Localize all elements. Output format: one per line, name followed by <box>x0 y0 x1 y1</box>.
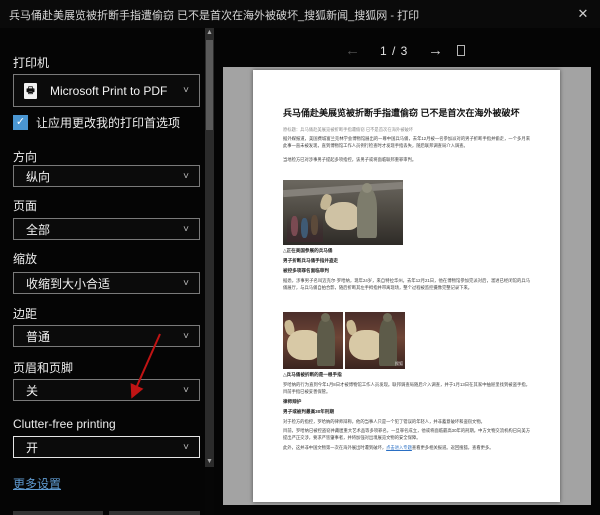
article-subhead: 被控多项罪名面临审判 <box>283 267 329 275</box>
fit-page-icon[interactable] <box>457 45 465 56</box>
pages-select[interactable]: 全部 ˅ <box>13 218 200 240</box>
paragraph-text: 此外，这并非中国文物第一次在海外展出时遭到破坏， <box>283 445 386 450</box>
scroll-down-icon[interactable]: ▼ <box>205 457 214 467</box>
orientation-select[interactable]: 纵向 ˅ <box>13 165 200 187</box>
print-button[interactable]: 打印 <box>13 511 103 515</box>
print-dialog-window: 兵马俑赴美展览被折断手指遭偷窃 已不是首次在海外被破坏_搜狐新闻_搜狐网 - 打… <box>0 0 600 515</box>
margins-label: 边距 <box>13 305 37 322</box>
previous-page-icon[interactable]: ← <box>345 42 360 59</box>
chevron-down-icon: ˅ <box>173 171 199 182</box>
scale-select[interactable]: 收缩到大小合适 ˅ <box>13 272 200 294</box>
article-photo-museum <box>283 180 403 245</box>
clutter-free-value: 开 <box>14 439 173 456</box>
scrollbar-thumb[interactable] <box>206 40 213 130</box>
preview-page: 兵马俑赴美展览被折断手指遭偷窃 已不是首次在海外被破坏 原标题：兵马俑赴美展览被… <box>253 70 560 502</box>
chevron-down-icon: ˅ <box>173 331 199 342</box>
article-origin-line: 原标题：兵马俑赴美展览被折断手指遭偷窃 已不是首次在海外被破坏 <box>283 126 530 133</box>
article-link[interactable]: 点击进入专题 <box>386 445 412 450</box>
titlebar: 兵马俑赴美展览被折断手指遭偷窃 已不是首次在海外被破坏_搜狐新闻_搜狐网 - 打… <box>0 0 600 28</box>
printer-select[interactable]: 🖶 Microsoft Print to PDF ˅ <box>13 74 200 107</box>
article-paragraph: 据外媒报道，美国费城富兰克林学会博物馆展出的一尊中国兵马俑，去年12月被一名参加… <box>283 135 530 149</box>
article-paragraph: 此外，这并非中国文物第一次在海外展出时遭到破坏，点击进入专题查看更多相关报道。返… <box>283 444 530 451</box>
margins-select[interactable]: 普通 ˅ <box>13 325 200 347</box>
paragraph-text: 查看更多相关报道。返回搜狐，查看更多。 <box>412 445 494 450</box>
article-paragraph: 对于检方的指控，罗哈纳的律师辩称，他的当事人只是一个犯了错误的年轻人，并非蓄意破… <box>283 418 530 425</box>
preview-viewport: 兵马俑赴美展览被折断手指遭偷窃 已不是首次在海外被破坏 原标题：兵马俑赴美展览被… <box>223 67 591 505</box>
article-photo-warrior-pair: 搜狐 <box>283 312 405 369</box>
article-headline: 兵马俑赴美展览被折断手指遭偷窃 已不是首次在海外被破坏 <box>283 108 533 119</box>
pages-value: 全部 <box>14 221 173 238</box>
article-subhead: 律师辩护 <box>283 398 301 406</box>
sidebar-scrollbar[interactable]: ▲ ▼ <box>205 28 214 467</box>
print-settings-sidebar: 打印机 🖶 Microsoft Print to PDF ˅ ✓ 让应用更改我的… <box>0 28 205 515</box>
photo-caption: △兵马俑被折断的是一根手指 <box>283 371 342 379</box>
article-paragraph: 罗哈纳的行为直到今年1月8日才被博物馆工作人员发现。联邦调查局随后介入调查，并于… <box>283 381 530 395</box>
scale-value: 收缩到大小合适 <box>14 275 173 292</box>
next-page-icon[interactable]: → <box>428 42 443 59</box>
photo-caption: △正在美国参展的兵马俑 <box>283 247 332 255</box>
page-indicator: 1 / 3 <box>380 44 408 58</box>
more-settings-link[interactable]: 更多设置 <box>13 475 61 492</box>
cancel-button[interactable]: 取消 <box>109 511 200 515</box>
watermark-label: 搜狐 <box>395 361 403 367</box>
article-paragraph: 目前，罗哈纳已被控盗窃并藏匿重大艺术品等多项罪名，一旦罪名成立，他或将面临最高3… <box>283 427 530 441</box>
printer-value: Microsoft Print to PDF <box>40 84 173 98</box>
chevron-down-icon: ˅ <box>173 85 199 96</box>
article-subhead: 男子折断兵马俑手指并盗走 <box>283 257 338 265</box>
pages-label: 页面 <box>13 197 37 214</box>
header-footer-label: 页眉和页脚 <box>13 359 73 376</box>
printer-label: 打印机 <box>13 54 49 71</box>
chevron-down-icon: ˅ <box>173 278 199 289</box>
warrior-photo-right: 搜狐 <box>345 312 405 369</box>
chevron-down-icon: ˅ <box>173 442 199 453</box>
clutter-free-select[interactable]: 开 ˅ <box>13 436 200 458</box>
article-paragraph: 据悉，涉事男子名叫迈克尔·罗哈纳，现年24岁，来自特拉华州。去年12月21日，他… <box>283 277 530 291</box>
close-icon[interactable]: ✕ <box>574 5 592 23</box>
margins-value: 普通 <box>14 328 173 345</box>
apply-preferences-label: 让应用更改我的打印首选项 <box>36 114 180 131</box>
chevron-down-icon: ˅ <box>173 224 199 235</box>
header-footer-value: 关 <box>14 382 173 399</box>
orientation-label: 方向 <box>13 148 37 165</box>
printer-icon: 🖶 <box>22 83 40 99</box>
orientation-value: 纵向 <box>14 168 173 185</box>
scale-label: 缩放 <box>13 250 37 267</box>
scroll-up-icon[interactable]: ▲ <box>205 28 214 38</box>
print-preview-pane: ← 1 / 3 → 兵马俑赴美展览被折断手指遭偷窃 已不是首次在海外被破坏 原标… <box>214 28 600 515</box>
warrior-photo-left <box>283 312 343 369</box>
window-title: 兵马俑赴美展览被折断手指遭偷窃 已不是首次在海外被破坏_搜狐新闻_搜狐网 - 打… <box>9 7 419 23</box>
chevron-down-icon: ˅ <box>173 385 199 396</box>
clutter-free-label: Clutter-free printing <box>13 417 116 431</box>
article-paragraph: 当地检方已对涉事男子提起多项指控，该男子或将面临联邦重罪审判。 <box>283 156 530 163</box>
apply-preferences-row[interactable]: ✓ 让应用更改我的打印首选项 <box>13 114 180 131</box>
article-subhead: 男子或被判最高30年刑期 <box>283 408 334 416</box>
apply-preferences-checkbox[interactable]: ✓ <box>13 115 28 130</box>
header-footer-select[interactable]: 关 ˅ <box>13 379 200 401</box>
